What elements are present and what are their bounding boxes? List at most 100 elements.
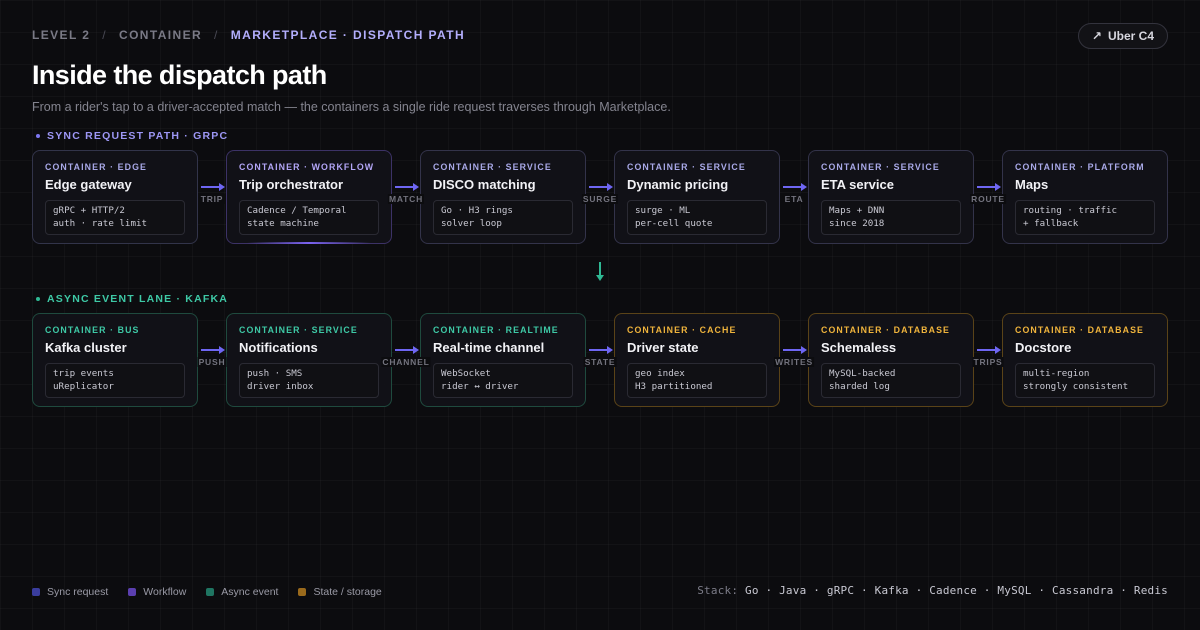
page-title: Inside the dispatch path [32,60,327,90]
container-detail-line: MySQL-backed [829,368,896,379]
breadcrumb-level[interactable]: LEVEL 2 [32,28,90,42]
container-detail-line: gRPC + HTTP/2 [53,205,125,216]
connector-label: WRITES [774,357,814,367]
container-details: trip events uReplicator [45,363,185,398]
container-detail-line: Go · H3 rings [441,205,513,216]
container-name: Real-time channel [433,340,545,355]
legend: Sync request Workflow Async event State / s… [32,586,382,598]
container-card-trip-orchestrator[interactable]: CONTAINER · WORKFLOW Trip orchestrator Cad… [226,150,392,244]
container-detail-line: rider ↔ driver [441,380,519,392]
container-card-eta-service[interactable]: CONTAINER · SERVICE ETA service Maps + DNN… [808,150,974,244]
container-details: WebSocket rider ↔ driver [433,363,573,398]
container-kicker: CONTAINER · SERVICE [821,162,940,172]
container-detail-line: uReplicator [53,380,114,392]
container-detail-line: Maps + DNN [829,205,885,216]
connector-label: ETA [783,194,805,204]
container-kicker: CONTAINER · PLATFORM [1015,162,1145,172]
container-detail-line: solver loop [441,217,502,229]
container-details: push · SMS driver inbox [239,363,379,398]
down-arrow-icon [596,262,604,284]
connector-label: TRIPS [972,357,1004,367]
sync-lane-label: SYNC REQUEST PATH · GRPC [36,130,228,142]
container-details: gRPC + HTTP/2 auth · rate limit [45,200,185,235]
breadcrumb-separator: / [214,28,219,42]
container-name: Schemaless [821,340,897,355]
arrow-line-icon [395,349,414,351]
arrow-line-icon [977,186,996,188]
connector-label: CHANNEL [381,357,431,367]
connector-label: SURGE [581,194,619,204]
legend-swatch [128,588,137,596]
legend-swatch [32,588,40,596]
container-detail-line: per-cell quote [635,217,713,229]
arrow-line-icon [977,349,996,351]
arrow-line-icon [395,186,414,188]
breadcrumb-section[interactable]: CONTAINER [119,28,202,42]
container-card-kafka-cluster[interactable]: CONTAINER · BUS Kafka cluster trip events u… [32,313,198,407]
connector-arrow-push: PUSH [197,341,227,371]
legend-item-sync-request: Sync request [32,586,108,598]
container-details: Go · H3 rings solver loop [433,200,573,235]
container-name: ETA service [821,177,894,192]
legend-item-state-storage: State / storage [298,586,382,598]
legend-swatch [206,588,215,596]
container-card-real-time-channel[interactable]: CONTAINER · REALTIME Real-time channel Web… [420,313,586,407]
container-details: multi-region strongly consistent [1015,363,1155,398]
arrow-line-icon [201,349,220,351]
badge-label: Uber C4 [1107,29,1154,43]
container-kicker: CONTAINER · DATABASE [821,325,951,335]
bullet-dot-icon [36,297,40,301]
connector-arrow-eta: ETA [780,178,808,208]
container-card-driver-state[interactable]: CONTAINER · CACHE Driver state geo index H3… [614,313,780,407]
container-card-docstore[interactable]: CONTAINER · DATABASE Docstore multi-region… [1002,313,1168,407]
container-details: Cadence / Temporal state machine [239,200,379,235]
container-card-schemaless[interactable]: CONTAINER · DATABASE Schemaless MySQL-back… [808,313,974,407]
legend-label: State / storage [313,586,382,598]
arrow-head-icon [607,183,613,191]
connector-arrow-route: ROUTE [970,178,1006,208]
connector-label: MATCH [387,194,425,204]
container-name: Edge gateway [45,177,132,192]
container-detail-line: state machine [247,217,319,229]
arrow-head-icon [413,183,419,191]
container-name: Trip orchestrator [239,177,344,192]
legend-label: Sync request [47,586,109,598]
connector-arrow-trip: TRIP [198,178,226,208]
arrow-line-icon [201,186,220,188]
container-kicker: CONTAINER · WORKFLOW [239,162,375,172]
connector-label: TRIP [199,194,225,204]
sync-lane-row: CONTAINER · EDGE Edge gateway gRPC + HTTP/… [32,150,1168,244]
uber-c4-badge[interactable]: ↗ Uber C4 [1077,23,1168,49]
container-detail-line: sharded log [829,380,890,392]
container-details: Maps + DNN since 2018 [821,200,961,235]
container-kicker: CONTAINER · BUS [45,325,140,335]
container-card-edge-gateway[interactable]: CONTAINER · EDGE Edge gateway gRPC + HTTP/… [32,150,198,244]
legend-label: Async event [221,586,279,598]
container-detail-line: strongly consistent [1023,380,1129,392]
container-details: routing · traffic + fallback [1015,200,1155,235]
page-subtitle: From a rider's tap to a driver-accepted … [32,100,671,114]
async-lane-row: CONTAINER · BUS Kafka cluster trip events u… [32,313,1168,407]
connector-label: PUSH [197,357,227,367]
container-detail-line: H3 partitioned [635,380,713,392]
arrow-head-icon [219,346,225,354]
container-name: Driver state [627,340,699,355]
connector-label: STATE [583,357,617,367]
container-details: surge · ML per-cell quote [627,200,767,235]
connector-label: ROUTE [970,194,1006,204]
tech-stack-items: Go · Java · gRPC · Kafka · Cadence · MyS… [745,584,1168,597]
container-card-dynamic-pricing[interactable]: CONTAINER · SERVICE Dynamic pricing surge … [614,150,780,244]
arrow-head-icon [801,183,807,191]
container-kicker: CONTAINER · EDGE [45,162,147,172]
container-card-notifications[interactable]: CONTAINER · SERVICE Notifications push · S… [226,313,392,407]
container-name: Kafka cluster [45,340,127,355]
arrow-line-icon [783,186,802,188]
sync-lane-title: SYNC REQUEST PATH · GRPC [47,130,229,142]
container-detail-line: WebSocket [441,368,491,379]
container-card-disco-matching[interactable]: CONTAINER · SERVICE DISCO matching Go · H3… [420,150,586,244]
container-kicker: CONTAINER · REALTIME [433,325,559,335]
tech-stack-prefix: Stack: [697,584,739,597]
container-detail-line: since 2018 [829,217,885,229]
container-card-maps[interactable]: CONTAINER · PLATFORM Maps routing · traffi… [1002,150,1168,244]
container-detail-line: push · SMS [247,368,303,379]
